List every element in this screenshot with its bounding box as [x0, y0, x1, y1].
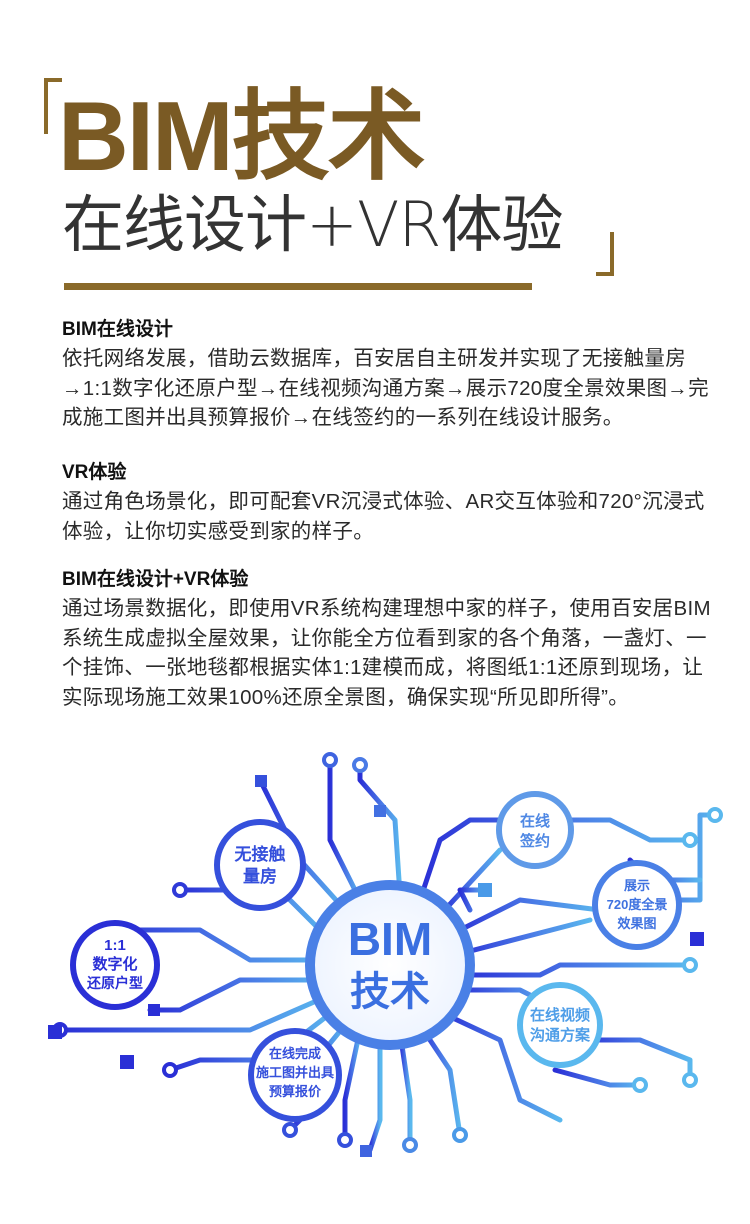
bracket-bottom-right [596, 232, 614, 276]
section-heading: BIM在线设计+VR体验 [62, 569, 249, 590]
svg-text:还原户型: 还原户型 [86, 975, 143, 991]
page-title: BIM技术 [58, 81, 426, 191]
svg-text:沟通方案: 沟通方案 [530, 1026, 591, 1044]
bim-circuit-diagram: BIM 技术 无接触 量房 在线 签约 展示 720度全景 效果图 1:1 数字… [37, 752, 723, 1157]
section-heading: BIM在线设计 [62, 319, 173, 340]
svg-text:量房: 量房 [243, 866, 277, 886]
svg-text:在线完成: 在线完成 [269, 1046, 321, 1061]
section-bim-online-design: BIM在线设计 依托网络发展，借助云数据库，百安居自主研发并实现了无接触量房→1… [62, 316, 712, 433]
section-heading: VR体验 [62, 462, 127, 483]
page-subtitle: 在线设计+VR体验 [62, 188, 563, 261]
section-body: 通过场景数据化，即使用VR系统构建理想中家的样子，使用百安居BIM系统生成虚拟全… [62, 597, 711, 709]
section-body: 依托网络发展，借助云数据库，百安居自主研发并实现了无接触量房→1:1数字化还原户… [62, 347, 709, 429]
svg-text:在线视频: 在线视频 [530, 1006, 590, 1024]
svg-text:在线: 在线 [520, 812, 550, 830]
section-body: 通过角色场景化，即可配套VR沉浸式体验、AR交互体验和720°沉浸式体验，让你切… [62, 490, 705, 543]
section-bim-plus-vr: BIM在线设计+VR体验 通过场景数据化，即使用VR系统构建理想中家的样子，使用… [62, 566, 712, 712]
svg-text:1:1: 1:1 [104, 937, 126, 954]
svg-text:展示: 展示 [624, 878, 650, 893]
center-node-label-line2: 技术 [350, 970, 430, 1014]
node-video-consult: 在线视频 沟通方案 [517, 982, 603, 1068]
svg-text:签约: 签约 [519, 832, 550, 850]
node-online-sign: 在线 签约 [496, 791, 574, 869]
svg-text:施工图并出具: 施工图并出具 [256, 1065, 334, 1080]
svg-text:效果图: 效果图 [617, 916, 656, 931]
node-construction-drawing: 在线完成 施工图并出具 预算报价 [248, 1028, 342, 1122]
svg-text:预算报价: 预算报价 [269, 1084, 322, 1099]
node-digital-restore: 1:1 数字化 还原户型 [70, 920, 160, 1010]
center-node-bim: BIM 技术 [305, 880, 475, 1050]
title-divider [64, 283, 532, 290]
svg-text:数字化: 数字化 [92, 955, 137, 973]
svg-text:720度全景: 720度全景 [607, 897, 668, 912]
node-720-render: 展示 720度全景 效果图 [592, 860, 682, 950]
section-vr-experience: VR体验 通过角色场景化，即可配套VR沉浸式体验、AR交互体验和720°沉浸式体… [62, 459, 712, 546]
svg-text:无接触: 无接触 [234, 844, 286, 864]
center-node-label-line1: BIM [348, 913, 432, 965]
node-measure-house: 无接触 量房 [214, 819, 306, 911]
